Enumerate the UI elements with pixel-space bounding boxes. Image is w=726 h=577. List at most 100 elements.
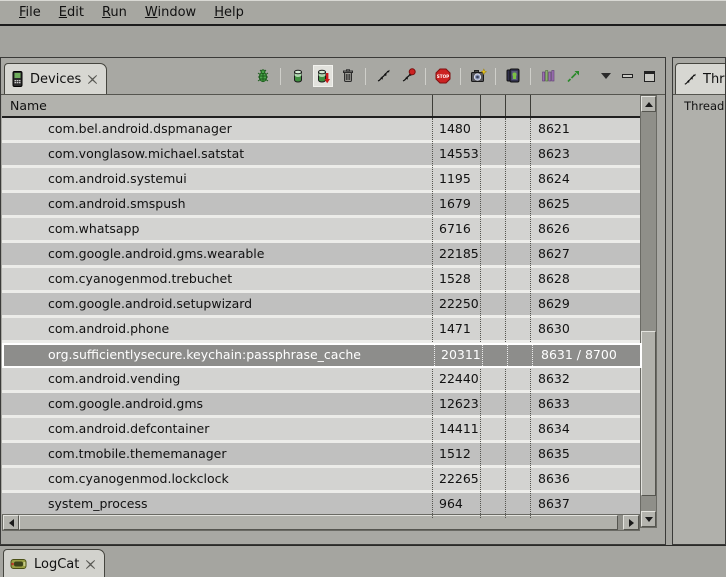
cell-pid: 22185 (432, 243, 480, 265)
table-row[interactable]: com.android.systemui 1195 8624 (2, 168, 642, 193)
tab-threads[interactable]: Threads (675, 63, 726, 94)
device-table: Name com.bel.android.dspmanager 1480 862… (2, 95, 642, 518)
column-resize-handle[interactable] (480, 95, 481, 116)
cell-empty (480, 318, 505, 340)
cell-name: com.android.systemui (2, 168, 432, 190)
cell-port: 8627 (530, 243, 642, 265)
cell-empty (480, 393, 505, 415)
cell-empty (505, 193, 530, 215)
menu-help[interactable]: Help (205, 3, 253, 23)
arrow-right-icon (629, 519, 634, 527)
cell-empty (480, 243, 505, 265)
maximize-view-icon[interactable] (644, 71, 655, 82)
scroll-up-button[interactable] (641, 96, 656, 112)
cell-pid: 1679 (432, 193, 480, 215)
vertical-scrollbar[interactable] (640, 95, 657, 528)
menu-run[interactable]: Run (93, 3, 136, 23)
cell-empty (480, 218, 505, 240)
cell-port: 8633 (530, 393, 642, 415)
cell-empty (480, 443, 505, 465)
update-heap-icon[interactable] (288, 65, 308, 87)
cell-empty (505, 168, 530, 190)
column-header-name[interactable]: Name (10, 98, 47, 113)
table-row[interactable]: com.cyanogenmod.trebuchet 1528 8628 (2, 268, 642, 293)
cell-empty (505, 418, 530, 440)
cell-port: 8624 (530, 168, 642, 190)
view-controls (601, 71, 655, 82)
debug-process-icon[interactable] (253, 65, 273, 87)
cell-empty (480, 193, 505, 215)
cell-empty (505, 218, 530, 240)
tab-logcat[interactable]: LogCat (3, 549, 105, 577)
table-row[interactable]: com.bel.android.dspmanager 1480 8621 (2, 118, 642, 143)
table-row[interactable]: com.tmobile.thememanager 1512 8635 (2, 443, 642, 468)
view-menu-icon[interactable] (601, 73, 611, 79)
cell-name: com.android.vending (2, 368, 432, 390)
cell-pid: 14553 (432, 143, 480, 165)
systrace-icon[interactable] (538, 65, 558, 87)
tab-devices[interactable]: Devices (4, 63, 107, 94)
toolbar-separator (530, 68, 531, 85)
table-row[interactable]: com.android.defcontainer 14411 8634 (2, 418, 642, 443)
cell-port: 8630 (530, 318, 642, 340)
grid-line (530, 118, 531, 518)
table-row[interactable]: com.google.android.gms 12623 8633 (2, 393, 642, 418)
horizontal-scrollbar[interactable] (2, 514, 640, 531)
menu-edit[interactable]: Edit (50, 3, 93, 23)
table-row[interactable]: com.google.android.gms.wearable 22185 86… (2, 243, 642, 268)
cell-name: com.bel.android.dspmanager (2, 118, 432, 140)
cell-port: 8629 (530, 293, 642, 315)
dump-hprof-icon[interactable] (313, 65, 333, 87)
cell-empty (505, 293, 530, 315)
cell-port: 8634 (530, 418, 642, 440)
column-resize-handle[interactable] (505, 95, 506, 116)
horizontal-scrollbar-thumb[interactable] (19, 515, 618, 530)
threads-tabbar: Threads (673, 58, 725, 95)
scroll-right-button[interactable] (623, 515, 639, 530)
close-icon[interactable] (87, 74, 98, 85)
cell-name: com.android.defcontainer (2, 418, 432, 440)
close-icon[interactable] (85, 559, 96, 570)
menu-file[interactable]: File (10, 3, 50, 23)
system-info-icon[interactable] (503, 65, 523, 87)
cell-empty (505, 118, 530, 140)
cell-pid: 22440 (432, 368, 480, 390)
scroll-down-button[interactable] (641, 511, 656, 527)
method-profiling-icon[interactable] (398, 65, 418, 87)
toolbar-separator (460, 68, 461, 85)
devices-view: Devices (0, 57, 666, 545)
table-row[interactable]: com.android.vending 22440 8632 (2, 368, 642, 393)
vertical-scrollbar-thumb[interactable] (641, 331, 656, 496)
menu-window[interactable]: Window (136, 3, 205, 23)
cell-name: system_process (2, 493, 432, 515)
cell-name: com.google.android.setupwizard (2, 293, 432, 315)
cell-pid: 22265 (432, 468, 480, 490)
tab-threads-label: Threads (703, 72, 726, 87)
table-row[interactable]: com.vonglasow.michael.satstat 14553 8623 (2, 143, 642, 168)
minimize-view-icon[interactable] (622, 74, 633, 78)
table-row[interactable]: com.cyanogenmod.lockclock 22265 8636 (2, 468, 642, 493)
table-row[interactable]: com.whatsapp 6716 8626 (2, 218, 642, 243)
cell-empty (480, 493, 505, 515)
cell-empty (480, 168, 505, 190)
table-row[interactable]: org.sufficientlysecure.keychain:passphra… (2, 343, 642, 368)
scroll-left-button[interactable] (3, 515, 19, 530)
column-resize-handle[interactable] (432, 95, 433, 116)
table-row[interactable]: com.android.smspush 1679 8625 (2, 193, 642, 218)
cell-pid: 12623 (432, 393, 480, 415)
cell-pid: 1480 (432, 118, 480, 140)
cause-gc-icon[interactable] (338, 65, 358, 87)
phone-icon (11, 71, 24, 87)
devices-tabbar: Devices (1, 58, 665, 95)
table-row[interactable]: com.android.phone 1471 8630 (2, 318, 642, 343)
update-threads-icon[interactable] (373, 65, 393, 87)
cell-port: 8623 (530, 143, 642, 165)
cell-name: com.cyanogenmod.trebuchet (2, 268, 432, 290)
table-row[interactable]: com.google.android.setupwizard 22250 862… (2, 293, 642, 318)
cell-port: 8628 (530, 268, 642, 290)
toolbar-spacer (0, 26, 726, 57)
screen-capture-icon[interactable] (468, 65, 488, 87)
opengl-trace-icon[interactable] (563, 65, 583, 87)
column-resize-handle[interactable] (530, 95, 531, 116)
stop-process-icon[interactable]: STOP (433, 65, 453, 87)
